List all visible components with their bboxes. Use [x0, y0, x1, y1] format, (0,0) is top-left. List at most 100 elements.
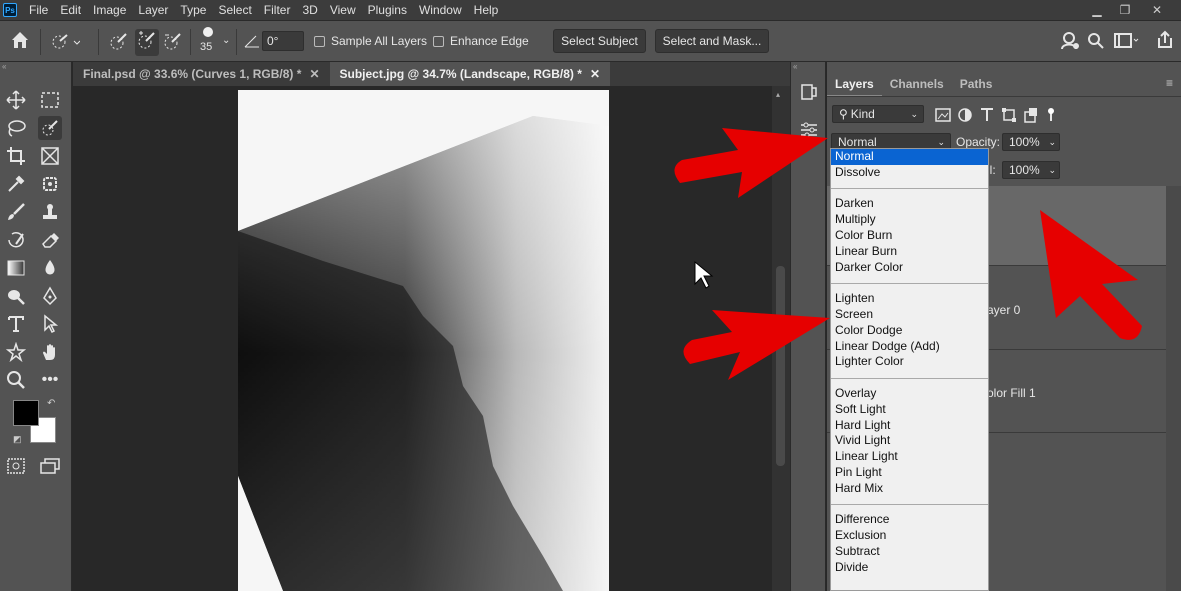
- history-panel-icon[interactable]: [799, 82, 819, 105]
- menu-3d[interactable]: 3D: [296, 0, 323, 20]
- tool-preset-icon[interactable]: [50, 33, 81, 54]
- close-tab-icon[interactable]: ✕: [309, 67, 319, 81]
- layers-scrollbar[interactable]: [1166, 186, 1181, 591]
- blend-option-pin-light[interactable]: Pin Light: [831, 465, 988, 481]
- brush-tool-icon[interactable]: [4, 200, 28, 224]
- add-to-selection-icon[interactable]: [135, 29, 159, 56]
- blend-option-linear-light[interactable]: Linear Light: [831, 449, 988, 465]
- panel-menu-icon[interactable]: ≡: [1166, 76, 1173, 90]
- select-and-mask-button[interactable]: Select and Mask...: [655, 29, 769, 53]
- blend-option-hard-light[interactable]: Hard Light: [831, 418, 988, 434]
- user-search-icon[interactable]: [1060, 31, 1080, 54]
- document-canvas[interactable]: [73, 86, 790, 591]
- blend-option-screen[interactable]: Screen: [831, 307, 988, 323]
- menu-select[interactable]: Select: [212, 0, 257, 20]
- blend-option-difference[interactable]: Difference: [831, 512, 988, 528]
- more-tools-icon[interactable]: •••: [38, 368, 62, 392]
- collapse-panels-icon[interactable]: «: [793, 62, 797, 71]
- close-window-button[interactable]: ✕: [1143, 0, 1171, 20]
- shape-filter-icon[interactable]: [1001, 107, 1017, 123]
- type-filter-icon[interactable]: [979, 107, 995, 123]
- history-brush-tool-icon[interactable]: [4, 228, 28, 252]
- quick-mask-icon[interactable]: [4, 454, 28, 478]
- blend-option-hard-mix[interactable]: Hard Mix: [831, 481, 988, 497]
- dodge-tool-icon[interactable]: [4, 284, 28, 308]
- frame-tool-icon[interactable]: [38, 144, 62, 168]
- search-icon[interactable]: [1087, 32, 1105, 53]
- blend-option-subtract[interactable]: Subtract: [831, 544, 988, 560]
- screen-mode-icon[interactable]: [38, 454, 62, 478]
- share-icon[interactable]: [1155, 30, 1175, 53]
- crop-tool-icon[interactable]: [4, 144, 28, 168]
- blend-option-soft-light[interactable]: Soft Light: [831, 402, 988, 418]
- gradient-tool-icon[interactable]: [4, 256, 28, 280]
- lasso-tool-icon[interactable]: [4, 116, 28, 140]
- menu-view[interactable]: View: [324, 0, 362, 20]
- scroll-up-icon[interactable]: ▴: [776, 90, 780, 99]
- adjustment-filter-icon[interactable]: [957, 107, 973, 123]
- restore-button[interactable]: ❐: [1111, 0, 1139, 20]
- pen-tool-icon[interactable]: [38, 284, 62, 308]
- brush-picker-chevron-icon[interactable]: ⌄: [222, 35, 230, 46]
- move-tool-icon[interactable]: [4, 88, 28, 112]
- tab-final-psd[interactable]: Final.psd @ 33.6% (Curves 1, RGB/8) * ✕: [73, 62, 330, 86]
- menu-layer[interactable]: Layer: [132, 0, 174, 20]
- spot-healing-tool-icon[interactable]: [38, 172, 62, 196]
- custom-shape-tool-icon[interactable]: [4, 340, 28, 364]
- menu-edit[interactable]: Edit: [54, 0, 87, 20]
- angle-input[interactable]: 0°: [262, 31, 304, 51]
- path-selection-tool-icon[interactable]: [38, 312, 62, 336]
- marquee-tool-icon[interactable]: [38, 88, 62, 112]
- menu-type[interactable]: Type: [174, 0, 212, 20]
- close-tab-icon[interactable]: ✕: [590, 67, 600, 81]
- adjustments-panel-icon[interactable]: [799, 120, 819, 143]
- kind-filter-select[interactable]: ⚲ Kind ⌄: [832, 105, 924, 123]
- new-selection-icon[interactable]: [108, 31, 130, 56]
- default-colors-icon[interactable]: ◩: [13, 434, 22, 445]
- enhance-edge-checkbox[interactable]: [433, 36, 444, 47]
- blend-option-lighten[interactable]: Lighten: [831, 291, 988, 307]
- tab-paths[interactable]: Paths: [952, 72, 1001, 96]
- opacity-input[interactable]: 100% ⌄: [1002, 133, 1060, 151]
- smart-object-filter-icon[interactable]: [1023, 107, 1039, 123]
- blend-option-linear-burn[interactable]: Linear Burn: [831, 244, 988, 260]
- blend-option-normal[interactable]: Normal: [831, 149, 988, 165]
- blend-option-darken[interactable]: Darken: [831, 196, 988, 212]
- blend-option-overlay[interactable]: Overlay: [831, 386, 988, 402]
- blend-option-color-burn[interactable]: Color Burn: [831, 228, 988, 244]
- pixel-filter-icon[interactable]: [935, 107, 951, 123]
- collapse-toolbox-icon[interactable]: «: [2, 62, 6, 71]
- blend-option-multiply[interactable]: Multiply: [831, 212, 988, 228]
- select-subject-button[interactable]: Select Subject: [553, 29, 646, 53]
- blend-option-color-dodge[interactable]: Color Dodge: [831, 323, 988, 339]
- blend-option-lighter-color[interactable]: Lighter Color: [831, 354, 988, 370]
- menu-window[interactable]: Window: [413, 0, 468, 20]
- canvas-vertical-scrollbar[interactable]: ▴: [772, 86, 790, 591]
- menu-help[interactable]: Help: [468, 0, 505, 20]
- filter-toggle-icon[interactable]: [1045, 107, 1057, 123]
- blend-option-dissolve[interactable]: Dissolve: [831, 165, 988, 181]
- canvas-area[interactable]: [73, 86, 790, 591]
- tab-layers[interactable]: Layers: [827, 72, 882, 96]
- clone-stamp-tool-icon[interactable]: [38, 200, 62, 224]
- fill-input[interactable]: 100% ⌄: [1002, 161, 1060, 179]
- tab-subject-jpg[interactable]: Subject.jpg @ 34.7% (Landscape, RGB/8) *…: [329, 62, 610, 86]
- minimize-button[interactable]: ▁: [1083, 0, 1111, 20]
- blend-option-linear-dodge-add[interactable]: Linear Dodge (Add): [831, 339, 988, 355]
- blend-option-divide[interactable]: Divide: [831, 560, 988, 576]
- blend-option-vivid-light[interactable]: Vivid Light: [831, 433, 988, 449]
- blend-option-darker-color[interactable]: Darker Color: [831, 260, 988, 276]
- blend-mode-dropdown[interactable]: Normal Dissolve Darken Multiply Color Burn Li…: [830, 148, 989, 591]
- foreground-color-swatch-overlay[interactable]: [13, 400, 39, 426]
- blur-tool-icon[interactable]: [38, 256, 62, 280]
- menu-file[interactable]: File: [23, 0, 54, 20]
- workspace-icon[interactable]: [1114, 32, 1140, 53]
- quick-selection-tool-icon[interactable]: [38, 116, 62, 140]
- eraser-tool-icon[interactable]: [38, 228, 62, 252]
- hand-tool-icon[interactable]: [38, 340, 62, 364]
- menu-plugins[interactable]: Plugins: [362, 0, 413, 20]
- eyedropper-tool-icon[interactable]: [4, 172, 28, 196]
- subtract-from-selection-icon[interactable]: [162, 31, 184, 56]
- blend-option-exclusion[interactable]: Exclusion: [831, 528, 988, 544]
- zoom-tool-icon[interactable]: [4, 368, 28, 392]
